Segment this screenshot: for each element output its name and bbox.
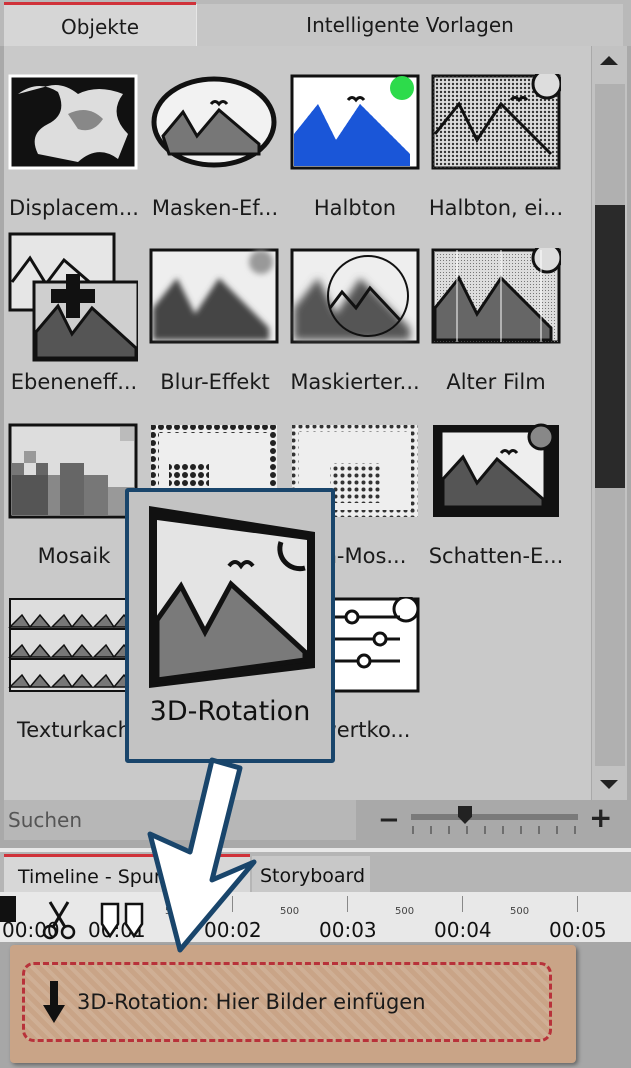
effect-label: Halbton, ei... <box>428 196 564 220</box>
effect-label: Schatten-E... <box>428 544 564 568</box>
drag-preview-popup: 3D-Rotation <box>125 488 335 763</box>
effect-label: Mosaik <box>37 544 111 568</box>
effect-label: Ebeneneff... <box>10 370 138 394</box>
ruler-tick <box>232 896 233 912</box>
ruler-tick <box>347 896 348 912</box>
tab-timeline[interactable]: Timeline - Spur <box>4 854 250 896</box>
time-label: 00:04 <box>434 918 492 942</box>
half-second-label: 500 <box>510 906 530 917</box>
time-label: 00:03 <box>319 918 377 942</box>
blur-effect-icon[interactable] <box>149 248 279 344</box>
scrollbar-thumb[interactable] <box>595 205 625 488</box>
masked-icon[interactable] <box>290 248 420 344</box>
displacement-effect-icon[interactable] <box>8 74 138 170</box>
effect-label: Halbton <box>313 196 397 220</box>
layer-effect-icon[interactable] <box>8 232 138 362</box>
image-drop-zone[interactable]: 3D-Rotation: Hier Bilder einfügen <box>22 962 552 1042</box>
popup-label: 3D-Rotation <box>149 696 311 727</box>
effect-label: Displacem... <box>9 196 139 220</box>
zoom-slider[interactable] <box>411 814 578 820</box>
shadow-effect-icon[interactable] <box>431 423 561 519</box>
zoom-out-icon[interactable]: − <box>378 805 400 835</box>
tab-bar: Objekte Intelligente Vorlagen <box>0 0 631 49</box>
effect-label: Masken-Ef... <box>151 196 279 220</box>
time-label: 00:05 <box>549 918 607 942</box>
zoom-in-icon[interactable]: + <box>589 801 612 834</box>
effect-label: Alter Film <box>446 370 546 394</box>
drop-zone-label: 3D-Rotation: Hier Bilder einfügen <box>77 990 426 1014</box>
old-film-icon[interactable] <box>431 248 561 344</box>
3d-rotation-icon <box>149 506 315 688</box>
scroll-up-icon[interactable] <box>600 56 618 65</box>
effect-label: Texturkach <box>17 718 131 742</box>
zoom-slider-ticks <box>412 826 576 834</box>
time-label: 00:02 <box>204 918 262 942</box>
arrow-down-icon <box>43 981 65 1023</box>
half-second-label: 500 <box>165 906 185 917</box>
effect-label: Blur-Effekt <box>160 370 270 394</box>
tab-smart-templates[interactable]: Intelligente Vorlagen <box>196 4 623 46</box>
scissors-icon[interactable] <box>40 898 80 942</box>
timeline-tab-bar: Timeline - Spur Storyboard <box>0 848 631 896</box>
effects-window: Objekte Intelligente Vorlagen Displacem.… <box>0 0 631 1068</box>
halftone-single-icon[interactable] <box>431 74 561 170</box>
tab-objects[interactable]: Objekte <box>4 2 196 49</box>
mosaic-icon[interactable] <box>8 423 138 519</box>
halftone-icon[interactable] <box>290 74 420 170</box>
ruler-tick <box>462 896 463 912</box>
search-input[interactable]: Suchen <box>4 800 356 840</box>
effect-label: Maskierter... <box>290 370 420 394</box>
tab-storyboard[interactable]: Storyboard <box>252 856 370 896</box>
half-second-label: 500 <box>280 906 300 917</box>
mask-effect-icon[interactable] <box>149 74 279 170</box>
marker-icon[interactable] <box>100 902 150 938</box>
scroll-down-icon[interactable] <box>600 780 618 789</box>
half-second-label: 500 <box>395 906 415 917</box>
texture-tile-icon[interactable] <box>8 597 138 693</box>
ruler-tick <box>577 896 578 912</box>
zoom-slider-handle[interactable] <box>458 806 472 824</box>
